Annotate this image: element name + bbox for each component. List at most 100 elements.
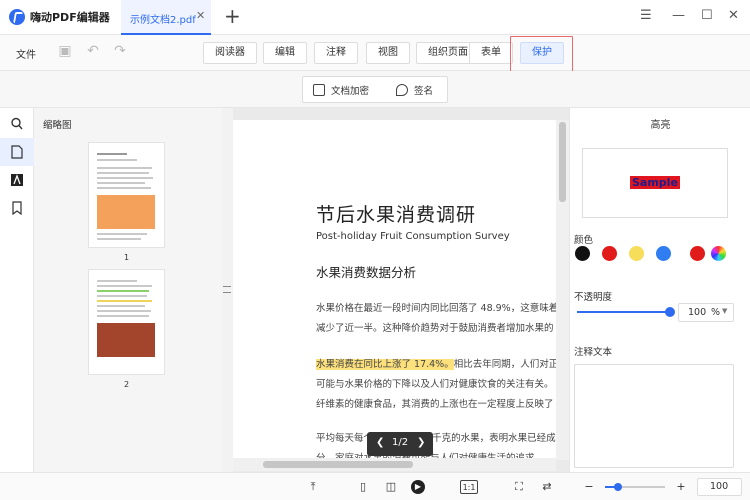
encrypt-button[interactable]: 文档加密 <box>313 83 369 97</box>
protect-toolbar: 文档加密 签名 <box>0 71 750 108</box>
text-tool-button[interactable] <box>0 166 34 194</box>
thumbnail-panel: 缩略图 1 2 <box>34 108 222 472</box>
document-tab[interactable]: 示例文档2.pdf ✕ <box>121 0 211 35</box>
zoom-out-icon[interactable]: − <box>582 480 596 494</box>
page-thumbnail-1[interactable] <box>89 143 164 247</box>
bookmark-button[interactable] <box>0 194 34 222</box>
paragraph-text: 相比去年同期，人们对正在 <box>453 359 568 370</box>
sign-button[interactable]: 签名 <box>396 83 433 97</box>
paragraph-line: 可能与水果价格的下降以及人们对健康饮食的关注有关。 <box>316 379 554 390</box>
document-title: 节后水果消费调研 <box>316 204 477 226</box>
fit-width-icon[interactable]: ⛶ <box>512 480 526 494</box>
opacity-label: 不透明度 <box>574 292 613 303</box>
color-swatch-red[interactable] <box>602 246 617 261</box>
thumbnail-chart-image <box>97 195 155 229</box>
thumbnail-panel-title: 缩略图 <box>43 120 72 131</box>
close-tab-icon[interactable]: ✕ <box>196 9 205 22</box>
horizontal-scrollbar[interactable] <box>233 458 556 471</box>
minimize-icon[interactable]: — <box>672 6 685 26</box>
paragraph-line: 平均每天每个家庭消费 2.1 千克的水果，表明水果已经成为 <box>316 433 566 444</box>
opacity-value: 100 <box>688 307 707 318</box>
color-swatch-yellow[interactable] <box>629 246 644 261</box>
drag-handle-icon[interactable] <box>223 286 231 293</box>
color-swatch-blue[interactable] <box>656 246 671 261</box>
page-thumbnail-2[interactable] <box>89 270 164 374</box>
file-menu[interactable]: 文件 <box>16 46 36 61</box>
text-icon <box>11 174 23 186</box>
double-page-icon[interactable]: ◫ <box>384 480 398 494</box>
bookmark-icon <box>12 201 22 215</box>
page-number-1: 1 <box>124 253 130 262</box>
panel-splitter[interactable] <box>222 108 233 472</box>
highlight-preview: Sample <box>582 148 728 218</box>
chevron-down-icon[interactable]: ▼ <box>722 307 727 315</box>
zoom-slider-handle[interactable] <box>614 483 622 491</box>
note-label: 注释文本 <box>574 347 613 358</box>
sample-text: Sample <box>630 176 680 189</box>
color-swatch-black[interactable] <box>575 246 590 261</box>
panel-title: 高亮 <box>650 120 671 131</box>
encrypt-label: 文档加密 <box>331 86 370 97</box>
undo-icon[interactable]: ↶ <box>85 43 101 59</box>
horizontal-scroll-thumb[interactable] <box>263 461 413 468</box>
color-picker-icon[interactable] <box>711 246 726 261</box>
save-icon[interactable]: ▣ <box>57 43 73 59</box>
document-subtitle: Post-holiday Fruit Consumption Survey <box>316 231 510 242</box>
document-tab-label: 示例文档2.pdf <box>130 15 196 26</box>
note-textarea[interactable] <box>574 364 734 468</box>
page-navigator: ❮ 1/2 ❯ <box>367 432 433 456</box>
search-icon <box>11 117 23 130</box>
rotate-icon[interactable]: ⇄ <box>540 480 554 494</box>
fit-page-icon[interactable]: ⤒ <box>306 480 320 494</box>
page-number-2: 2 <box>124 380 130 389</box>
tab-form[interactable]: 表单 <box>469 42 513 64</box>
redo-icon[interactable]: ↷ <box>112 43 128 59</box>
tab-view[interactable]: 视图 <box>366 42 410 64</box>
protect-tab-highlight-box <box>510 36 573 72</box>
tab-annotate[interactable]: 注释 <box>314 42 358 64</box>
page-indicator: 1/2 <box>392 437 409 448</box>
app-logo-icon <box>9 9 25 25</box>
color-label: 颜色 <box>574 235 594 246</box>
title-bar: 嗨动PDF编辑器 示例文档2.pdf ✕ + ☰ — ☐ ✕ <box>0 0 750 35</box>
paragraph-line: 减少了近一半。这种降价趋势对于鼓励消费者增加水果的 <box>316 323 554 334</box>
tab-reader[interactable]: 阅读器 <box>203 42 257 64</box>
prev-page-icon[interactable]: ❮ <box>376 437 384 448</box>
opacity-slider[interactable] <box>577 311 673 313</box>
vertical-scroll-thumb[interactable] <box>559 122 566 202</box>
play-icon[interactable]: ▶ <box>411 480 425 494</box>
actual-size-icon[interactable]: 1:1 <box>460 480 478 494</box>
search-button[interactable] <box>0 110 34 138</box>
new-tab-icon[interactable]: + <box>224 4 241 28</box>
menu-bar: 文件 ▣ ↶ ↷ 阅读器 编辑 注释 视图 组织页面 表单 保护 <box>0 35 750 71</box>
thumbnails-button[interactable] <box>0 138 34 166</box>
zoom-input[interactable]: 100 <box>697 478 742 496</box>
paragraph-line: 水果价格在最近一段时间内同比回落了 48.9%，这意味着 <box>316 303 559 314</box>
vertical-scrollbar[interactable] <box>556 120 569 460</box>
single-page-icon[interactable]: ▯ <box>356 480 370 494</box>
next-page-icon[interactable]: ❯ <box>417 437 425 448</box>
maximize-icon[interactable]: ☐ <box>701 6 713 26</box>
opacity-slider-handle[interactable] <box>665 307 675 317</box>
paragraph-line: 水果消费在同比上涨了 17.4%。相比去年同期，人们对正在 <box>316 356 568 370</box>
zoom-in-icon[interactable]: + <box>674 480 688 494</box>
document-page: 节后水果消费调研 Post-holiday Fruit Consumption … <box>233 120 568 464</box>
document-viewport: 节后水果消费调研 Post-holiday Fruit Consumption … <box>233 108 569 472</box>
tab-edit[interactable]: 编辑 <box>263 42 307 64</box>
signature-pen-icon <box>396 84 408 96</box>
app-window: 嗨动PDF编辑器 示例文档2.pdf ✕ + ☰ — ☐ ✕ 文件 ▣ ↶ ↷ … <box>0 0 750 500</box>
section-heading: 水果消费数据分析 <box>316 265 417 280</box>
status-bar: ⤒ ▯ ◫ ▶ 1:1 ⛶ ⇄ − + 100 <box>0 472 750 500</box>
highlighted-text[interactable]: 水果消费在同比上涨了 17.4%。 <box>316 359 454 370</box>
color-swatch-red-custom[interactable] <box>690 246 705 261</box>
opacity-input[interactable]: 100 % ▼ <box>678 303 734 322</box>
menu-icon[interactable]: ☰ <box>640 6 652 26</box>
opacity-unit: % <box>711 307 721 318</box>
page-icon <box>11 145 23 159</box>
thumbnail-fruit-image <box>97 323 155 357</box>
highlight-properties-panel: 高亮 Sample 颜色 不透明度 100 % ▼ 注释文本 <box>569 108 750 472</box>
app-title: 嗨动PDF编辑器 <box>30 11 110 24</box>
encrypt-icon <box>313 84 325 96</box>
close-window-icon[interactable]: ✕ <box>728 6 739 26</box>
protect-tool-group: 文档加密 签名 <box>302 76 448 103</box>
